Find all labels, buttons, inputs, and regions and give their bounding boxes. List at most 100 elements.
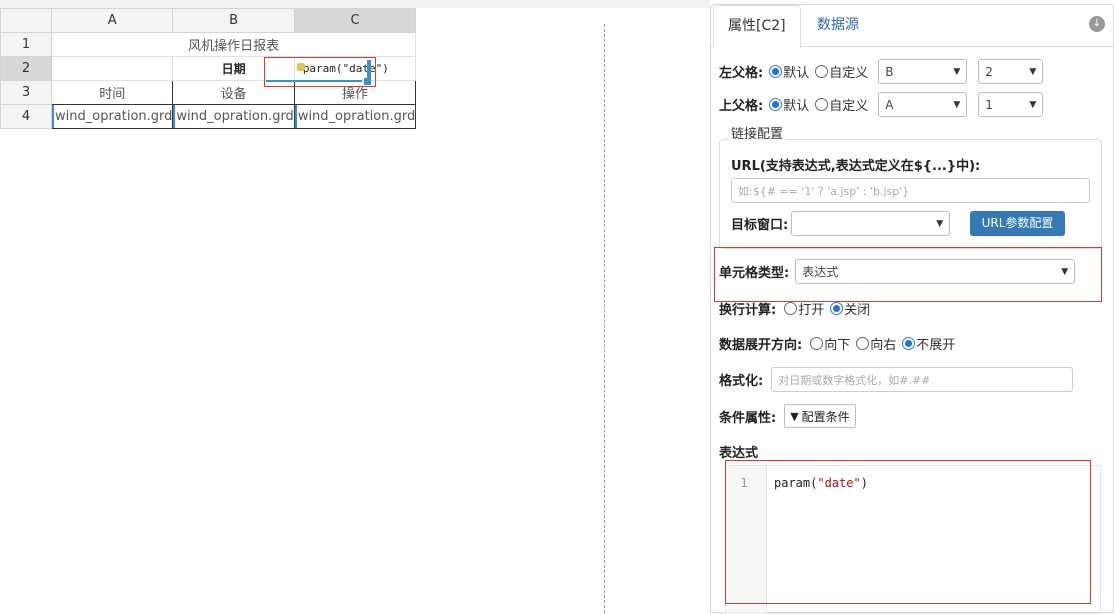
selection-bar xyxy=(367,60,371,78)
panel-tabs: 属性[C2] 数据源 ↓ xyxy=(711,5,1113,48)
cell-a2[interactable] xyxy=(50,56,174,81)
code-paren: ) xyxy=(860,476,868,490)
left-parent-column-select[interactable]: B ▼ xyxy=(878,59,968,84)
format-input[interactable]: 对日期或数字格式化，如#.## xyxy=(771,367,1074,392)
column-header-a[interactable]: A xyxy=(50,8,174,33)
left-parent-custom-label: 自定义 xyxy=(829,66,869,81)
top-parent-row-select[interactable]: 1 ▼ xyxy=(978,92,1044,117)
row-header-4[interactable]: 4 xyxy=(0,104,52,129)
tab-datasource[interactable]: 数据源 xyxy=(803,5,873,47)
expand-direction-label: 数据展开方向: xyxy=(719,338,803,353)
format-row: 格式化: 对日期或数字格式化，如#.## xyxy=(719,367,1074,392)
cell-c2-text: param("date") xyxy=(302,62,389,75)
link-config-legend: 链接配置 xyxy=(729,123,786,142)
top-parent-default-label: 默认 xyxy=(783,99,810,114)
cell-b4-data[interactable]: wind_opration.grd xyxy=(172,104,295,129)
cell-type-value: 表达式 xyxy=(802,265,839,279)
top-parent-column-select[interactable]: A ▼ xyxy=(878,92,968,117)
left-parent-custom-radio[interactable] xyxy=(815,65,829,78)
target-window-select[interactable]: ▼ xyxy=(791,211,951,236)
column-header-b[interactable]: B xyxy=(172,8,295,33)
line-calc-close-radio[interactable] xyxy=(830,302,844,315)
row-header-3[interactable]: 3 xyxy=(0,80,52,105)
data-cell-marker xyxy=(295,105,297,128)
url-input[interactable]: 如:${# == '1' ? 'a.jsp' : 'b.jsp'} xyxy=(731,178,1090,203)
expand-down-radio[interactable] xyxy=(810,337,824,350)
selection-underline xyxy=(266,80,362,82)
condition-label: 条件属性: xyxy=(719,410,777,426)
expand-right-radio[interactable] xyxy=(856,337,870,350)
cell-a4-data[interactable]: wind_opration.grd xyxy=(50,104,174,129)
top-parent-column-value: A xyxy=(885,97,894,112)
tab-properties[interactable]: 属性[C2] xyxy=(713,5,801,48)
chevron-down-icon: ▼ xyxy=(953,99,961,110)
line-number: 1 xyxy=(740,476,748,490)
editor-gutter: 1 xyxy=(726,466,767,613)
row-header-2[interactable]: 2 xyxy=(0,56,52,81)
property-panel: 属性[C2] 数据源 ↓ 左父格: 默认 自定义 B ▼ 2 ▼ 上父格: 默认 自… xyxy=(710,4,1114,614)
top-parent-default-radio[interactable] xyxy=(769,98,783,111)
cell-c4-text: wind_opration.grd xyxy=(297,109,416,124)
left-parent-row-select[interactable]: 2 ▼ xyxy=(978,59,1044,84)
selection-fill-handle[interactable] xyxy=(364,78,371,85)
page-boundary-line xyxy=(604,24,605,613)
cell-c4-data[interactable]: wind_opration.grd xyxy=(293,104,417,129)
cell-type-select[interactable]: 表达式 ▼ xyxy=(795,259,1076,284)
url-label: URL(支持表达式,表达式定义在${...}中): xyxy=(731,159,981,174)
cell-c2-expression[interactable]: param("date") xyxy=(293,56,417,81)
chevron-down-icon: ▼ xyxy=(1061,266,1069,277)
top-parent-row-value: 1 xyxy=(985,97,993,112)
expand-none-label: 不展开 xyxy=(916,338,956,353)
chevron-down-icon: ▼ xyxy=(936,218,944,229)
expression-code[interactable]: param("date") xyxy=(774,476,868,490)
sheet-corner[interactable] xyxy=(0,8,52,33)
config-condition-button[interactable]: ▼ 配置条件 xyxy=(784,404,856,428)
line-calc-close-label: 关闭 xyxy=(844,303,871,318)
cell-a4-text: wind_opration.grd xyxy=(55,109,173,124)
cell-a3-header[interactable]: 时间 xyxy=(50,80,174,105)
target-row: 目标窗口: ▼ xyxy=(731,211,951,236)
chevron-down-icon: ▼ xyxy=(953,66,961,77)
code-function: param( xyxy=(774,476,818,490)
download-icon[interactable]: ↓ xyxy=(1089,16,1105,32)
left-parent-label: 左父格: xyxy=(719,66,764,81)
url-param-config-button[interactable]: URL参数配置 xyxy=(970,211,1065,236)
left-parent-row: 左父格: 默认 自定义 B ▼ 2 ▼ xyxy=(719,59,1044,84)
expression-editor[interactable]: 1 param("date") xyxy=(725,465,1101,614)
format-label: 格式化: xyxy=(719,374,764,389)
row-header-1[interactable]: 1 xyxy=(0,32,52,57)
config-condition-label: 配置条件 xyxy=(801,409,850,424)
left-parent-column-value: B xyxy=(885,64,894,79)
chevron-down-icon: ▼ xyxy=(1029,99,1037,110)
cell-b2-date-label[interactable]: 日期 xyxy=(172,56,295,81)
expand-none-radio[interactable] xyxy=(902,337,916,350)
report-title-cell[interactable]: 风机操作日报表 xyxy=(50,32,417,57)
condition-row: 条件属性: ▼ 配置条件 xyxy=(719,404,856,428)
top-parent-row: 上父格: 默认 自定义 A ▼ 1 ▼ xyxy=(719,92,1044,117)
cell-b3-header[interactable]: 设备 xyxy=(172,80,295,105)
data-cell-marker xyxy=(52,105,54,128)
left-parent-default-radio[interactable] xyxy=(769,65,783,78)
line-calc-label: 换行计算: xyxy=(719,303,777,318)
line-calc-open-label: 打开 xyxy=(798,303,825,318)
expression-row: 表达式 xyxy=(719,442,758,461)
column-header-c[interactable]: C xyxy=(293,8,417,33)
left-parent-default-label: 默认 xyxy=(783,66,810,81)
top-parent-custom-label: 自定义 xyxy=(829,99,869,114)
target-window-label: 目标窗口: xyxy=(731,218,789,233)
expression-cell-icon xyxy=(296,63,305,71)
cell-b4-text: wind_opration.grd xyxy=(176,109,294,124)
cell-type-row: 单元格类型: 表达式 ▼ xyxy=(719,259,1076,284)
code-string: "date" xyxy=(817,476,861,490)
filter-icon: ▼ xyxy=(790,409,799,423)
cell-c3-header[interactable]: 操作 xyxy=(293,80,417,105)
data-cell-marker xyxy=(173,105,176,128)
top-parent-custom-radio[interactable] xyxy=(815,98,829,111)
url-row: URL(支持表达式,表达式定义在${...}中): xyxy=(731,155,980,174)
expand-direction-row: 数据展开方向: 向下 向右 不展开 xyxy=(719,334,961,353)
expand-down-label: 向下 xyxy=(824,338,851,353)
line-calc-row: 换行计算: 打开 关闭 xyxy=(719,299,876,318)
chevron-down-icon: ▼ xyxy=(1029,66,1037,77)
left-parent-row-value: 2 xyxy=(985,64,993,79)
line-calc-open-radio[interactable] xyxy=(784,302,798,315)
